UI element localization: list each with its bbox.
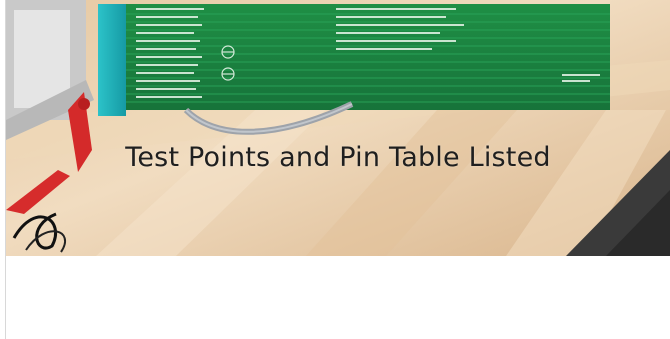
pcb-photo: Test Points and Pin Table Listed [6,0,670,256]
pcb-photo-illustration [6,0,670,256]
figure: Test Points and Pin Table Listed [0,0,670,339]
image-caption: Test Points and Pin Table Listed [125,142,551,173]
